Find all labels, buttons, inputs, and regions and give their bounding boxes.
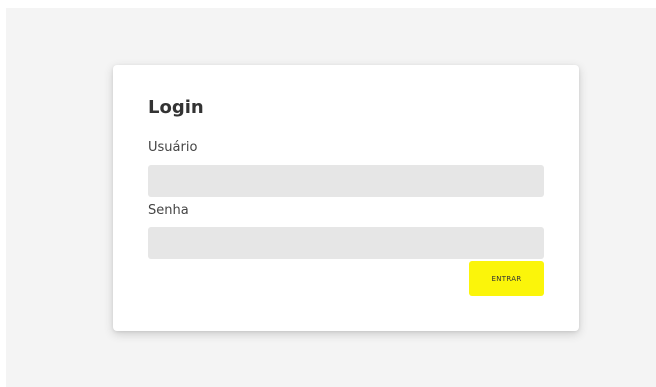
submit-button[interactable]: ENTRAR [469, 261, 544, 296]
login-card: Login Usuário Senha ENTRAR [113, 65, 579, 331]
password-input[interactable] [148, 227, 544, 259]
username-input[interactable] [148, 165, 544, 197]
page-background: Login Usuário Senha ENTRAR [6, 8, 656, 387]
password-label: Senha [148, 203, 189, 218]
username-label: Usuário [148, 140, 198, 155]
login-title: Login [148, 97, 204, 118]
